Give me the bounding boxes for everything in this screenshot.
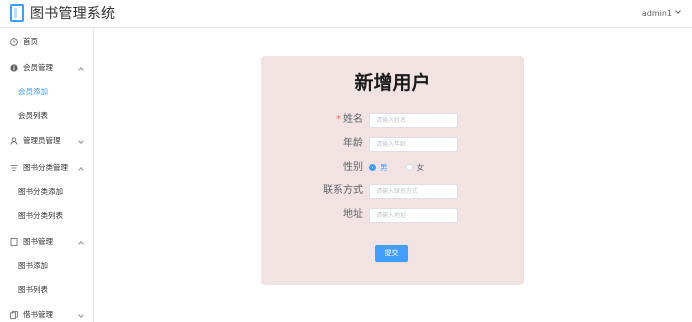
sidebar-item-book-add[interactable]: 图书添加 <box>0 257 93 275</box>
sidebar-item-category-list[interactable]: 图书分类列表 <box>0 207 93 225</box>
sidebar-item-label: 借书管理 <box>23 310 53 319</box>
info-circle-icon <box>10 64 18 72</box>
form-title: 新增用户 <box>354 72 431 94</box>
chevron-up-icon <box>78 240 84 246</box>
submit-button[interactable]: 提交 <box>375 245 408 262</box>
radio-unchecked-icon <box>405 164 413 171</box>
sidebar-item-label: 图书列表 <box>18 285 48 294</box>
required-mark: * <box>336 114 341 125</box>
book-logo-icon <box>10 4 24 22</box>
sidebar-item-label: 管理员管理 <box>23 136 61 145</box>
chevron-up-icon <box>78 166 84 172</box>
radio-checked-icon <box>369 164 376 171</box>
chevron-down-icon <box>78 139 84 145</box>
sidebar-item-label: 图书分类管理 <box>23 163 68 172</box>
sidebar-item-member-add[interactable]: 会员添加 <box>0 83 93 101</box>
gender-option-male[interactable]: 男 <box>369 162 388 174</box>
contact-label: 联系方式 <box>323 185 363 196</box>
sidebar-item-borrowing[interactable]: 借书管理 <box>0 306 93 322</box>
book-icon <box>10 238 18 246</box>
age-label: 年龄 <box>343 138 363 149</box>
sidebar-item-label: 首页 <box>23 37 38 46</box>
sidebar-item-label: 图书分类列表 <box>18 211 63 220</box>
sidebar-item-label: 图书管理 <box>23 237 53 246</box>
sidebar-item-book-list[interactable]: 图书列表 <box>0 281 93 299</box>
name-label-text: 姓名 <box>343 114 363 125</box>
address-label: 地址 <box>343 209 363 220</box>
sidebar-item-label: 会员添加 <box>18 87 48 96</box>
name-label: * 姓名 <box>336 113 363 127</box>
user-name: admin1 <box>641 9 672 18</box>
sidebar-item-category-add[interactable]: 图书分类添加 <box>0 183 93 201</box>
sidebar-item-admins[interactable]: 管理员管理 <box>0 132 93 150</box>
gender-radio-group: 男女 <box>369 162 442 174</box>
filter-icon <box>10 165 18 171</box>
sidebar-item-member-list[interactable]: 会员列表 <box>0 107 93 125</box>
chevron-up-icon <box>78 66 84 72</box>
address-input[interactable] <box>369 208 458 223</box>
chevron-down-icon <box>675 9 682 16</box>
user-icon <box>10 137 18 145</box>
gender-option-label: 男 <box>380 163 388 172</box>
main-content: 新增用户 *姓名 年龄 性别 男女 联系方式 地址 提交 <box>95 28 692 322</box>
sidebar-item-label: 会员管理 <box>23 63 53 72</box>
sidebar-item-book-categories[interactable]: 图书分类管理 <box>0 159 93 177</box>
top-bar: 图书管理系统 admin1 <box>0 0 692 28</box>
gender-option-label: 女 <box>416 163 425 172</box>
gender-label: 性别 <box>343 162 363 173</box>
add-user-form-card: 新增用户 *姓名 年龄 性别 男女 联系方式 地址 提交 <box>261 56 524 285</box>
sidebar-item-books[interactable]: 图书管理 <box>0 233 93 251</box>
chevron-down-icon <box>78 313 84 319</box>
sidebar-item-label: 会员列表 <box>18 111 48 120</box>
user-menu[interactable]: admin1 <box>642 8 682 20</box>
sidebar-item-members[interactable]: 会员管理 <box>0 59 93 77</box>
app-title: 图书管理系统 <box>30 6 116 22</box>
sidebar: 首页 会员管理 会员添加 会员列表 管理员管理 图书分类管理 图书分类添加 图书… <box>0 28 94 322</box>
contact-input[interactable] <box>369 184 458 199</box>
gender-option-female[interactable]: 女 <box>405 162 425 174</box>
name-input[interactable] <box>369 113 458 128</box>
sidebar-item-home[interactable]: 首页 <box>0 33 93 51</box>
sidebar-item-label: 图书分类添加 <box>18 187 63 196</box>
copy-icon <box>10 311 18 319</box>
sidebar-item-label: 图书添加 <box>18 261 48 270</box>
age-input[interactable] <box>369 137 458 152</box>
clock-icon <box>10 38 18 46</box>
